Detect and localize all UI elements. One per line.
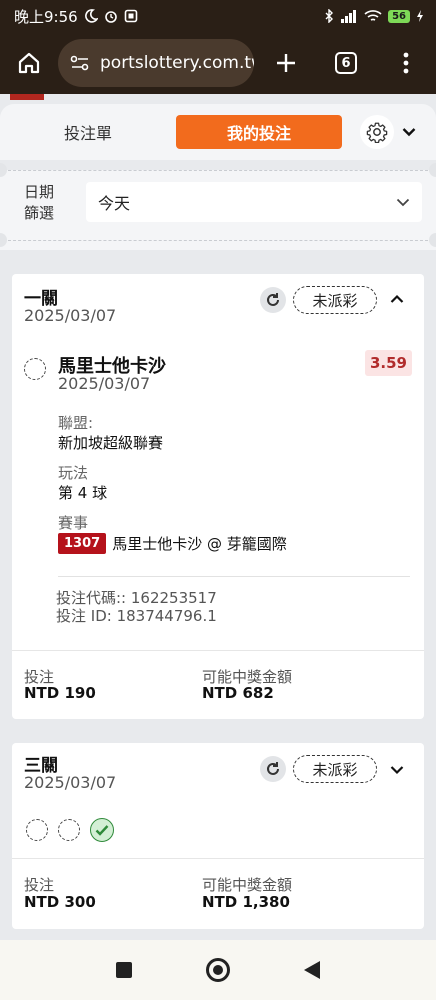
chevron-down-icon	[396, 198, 410, 207]
battery-level: 56	[388, 9, 410, 23]
selection-status-circle	[24, 358, 46, 380]
divider	[8, 170, 428, 171]
refresh-button[interactable]	[260, 756, 286, 782]
plus-icon	[277, 54, 295, 72]
bet-card: 三關 2025/03/07 未派彩 投注 NTD 300 可能中獎金額 NTD …	[12, 743, 424, 929]
bet-card: 一關 2025/03/07 未派彩 馬里士他卡沙 2025/03/07 3.59…	[12, 274, 424, 719]
event-row: 1307 馬里士他卡沙 @ 芽籠國際	[58, 533, 287, 554]
gear-icon	[366, 122, 388, 143]
payout-value: NTD 1,380	[202, 893, 290, 911]
event-name: 馬里士他卡沙 @ 芽籠國際	[112, 535, 287, 553]
header-accent-strip	[10, 94, 44, 100]
selection-date: 2025/03/07	[58, 374, 151, 393]
refresh-icon	[267, 762, 279, 775]
alarm-icon	[104, 11, 117, 23]
event-label: 賽事	[58, 514, 89, 532]
date-filter-select[interactable]: 今天	[86, 182, 422, 222]
chevron-down-icon	[402, 128, 416, 137]
more-vert-icon	[403, 52, 409, 74]
ticket-notch	[429, 233, 436, 247]
league-value: 新加坡超級聯賽	[58, 434, 164, 452]
ticket-notch	[0, 163, 7, 177]
event-code-badge: 1307	[58, 533, 107, 554]
divider	[8, 240, 428, 241]
chevron-up-icon[interactable]	[390, 294, 404, 304]
leg-won-icon	[90, 818, 114, 842]
signal-icon	[341, 10, 357, 23]
home-nav-button[interactable]	[206, 958, 230, 982]
leg-pending-icon	[58, 819, 80, 841]
tab-count: 6	[335, 52, 357, 74]
url-text: portslottery.com.tw	[100, 53, 254, 73]
bluetooth-icon	[325, 9, 334, 23]
payout-value: NTD 682	[202, 684, 274, 702]
tab-my-bets[interactable]: 我的投注	[176, 115, 342, 149]
ticket-notch	[0, 233, 7, 247]
divider	[58, 576, 410, 577]
moon-icon	[84, 9, 98, 23]
refresh-icon	[267, 293, 279, 306]
address-bar[interactable]: portslottery.com.tw	[58, 39, 254, 87]
chevron-down-icon[interactable]	[390, 765, 404, 775]
divider	[12, 650, 424, 651]
refresh-button[interactable]	[260, 287, 286, 313]
payout-label: 可能中獎金額	[202, 876, 293, 894]
home-icon	[18, 52, 40, 74]
leg-status-icons	[26, 818, 114, 842]
leg-pending-icon	[26, 819, 48, 841]
bet-date: 2025/03/07	[24, 773, 117, 792]
odds-badge: 3.59	[364, 350, 412, 376]
date-filter: 日期 篩選 今天	[0, 163, 436, 250]
divider	[12, 858, 424, 859]
status-bar: 晚上9:56 56	[0, 0, 436, 32]
stake-value: NTD 190	[24, 684, 96, 702]
browser-toolbar: portslottery.com.tw 6	[0, 32, 436, 94]
settings-button[interactable]	[360, 115, 394, 149]
tab-switcher-button[interactable]: 6	[316, 32, 376, 94]
stake-label: 投注	[24, 876, 55, 894]
date-filter-value: 今天	[98, 194, 131, 213]
wifi-icon	[364, 10, 382, 21]
bet-id: 投注 ID: 183744796.1	[56, 607, 217, 625]
clock: 晚上9:56	[14, 7, 78, 26]
stake-value: NTD 300	[24, 893, 96, 911]
bet-date: 2025/03/07	[24, 306, 117, 325]
system-nav-bar	[0, 940, 436, 1000]
recents-button[interactable]	[116, 962, 132, 978]
browser-menu-button[interactable]	[376, 32, 436, 94]
site-settings-icon[interactable]	[70, 55, 90, 71]
page-content: 投注單 我的投注 日期 篩選 今天 一關 2025/03/07 未派彩 馬里士他…	[0, 94, 436, 940]
status-badge: 未派彩	[293, 755, 377, 783]
screenshot-icon	[124, 9, 137, 23]
market-label: 玩法	[58, 464, 89, 482]
charging-icon	[417, 10, 423, 22]
home-button[interactable]	[0, 32, 58, 94]
market-value: 第 4 球	[58, 484, 108, 502]
bet-tabs: 投注單 我的投注	[0, 104, 436, 160]
back-button[interactable]	[304, 961, 320, 979]
ticket-notch	[429, 163, 436, 177]
league-label: 聯盟:	[58, 414, 94, 432]
tab-bet-slip[interactable]: 投注單	[0, 120, 176, 144]
date-filter-label: 日期 篩選	[24, 183, 55, 222]
new-tab-button[interactable]	[256, 32, 316, 94]
status-badge: 未派彩	[293, 286, 377, 314]
collapse-panel-button[interactable]	[402, 127, 416, 137]
